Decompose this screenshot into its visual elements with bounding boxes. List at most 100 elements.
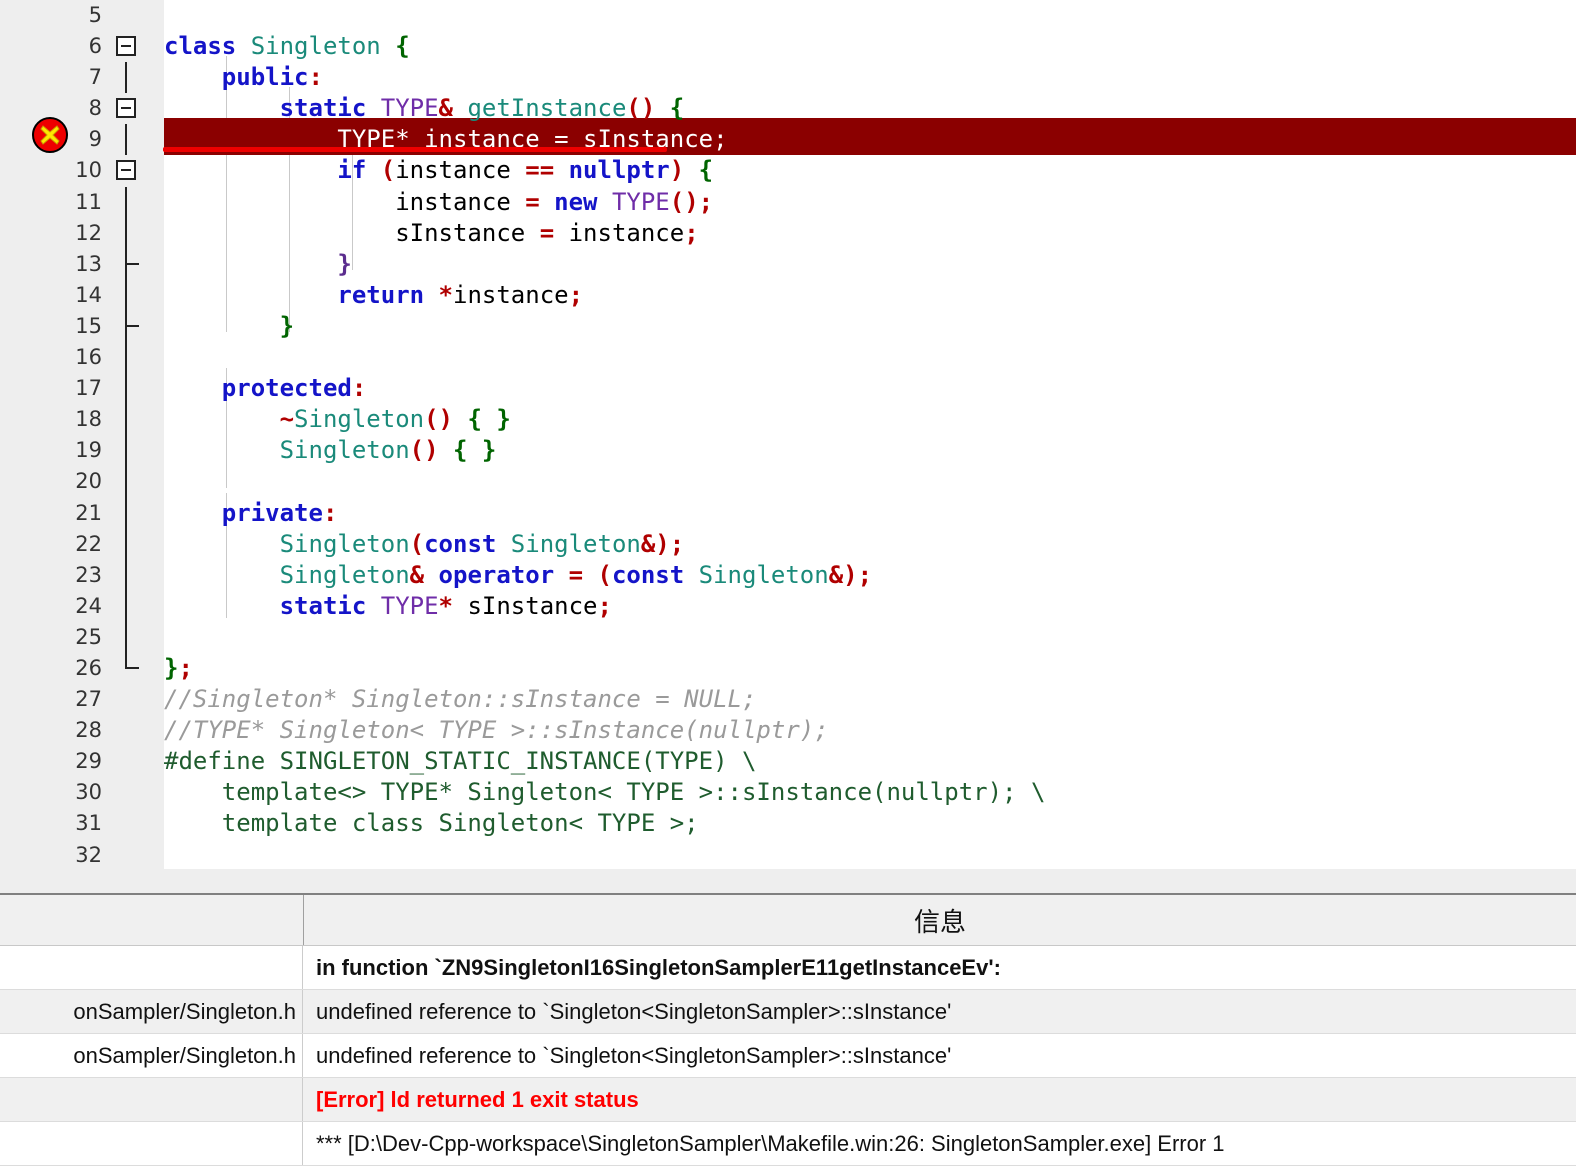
gutter-row[interactable]: 31 [0, 808, 164, 839]
message-text-cell: undefined reference to `Singleton<Single… [316, 998, 952, 1024]
fold-line [125, 435, 127, 467]
fold-line [125, 373, 127, 405]
code-line[interactable]: }; [164, 653, 1576, 684]
gutter-row[interactable]: 18 [0, 404, 164, 436]
message-row[interactable]: *** [D:\Dev-Cpp-workspace\SingletonSampl… [0, 1122, 1576, 1166]
gutter-row[interactable]: 15 [0, 310, 164, 343]
fold-line [125, 466, 127, 498]
editor-gutter[interactable]: 5 6 7 8 9 10 11 12 13 14 15 16 17 18 19 20 21 22 23 24 25 26 2… [0, 0, 164, 869]
gutter-row[interactable]: 29 [0, 746, 164, 777]
gutter-row[interactable]: 30 [0, 777, 164, 808]
gutter-row[interactable]: 23 [0, 559, 164, 591]
code-line[interactable]: Singleton& operator = (const Singleton&)… [164, 560, 1576, 591]
code-line[interactable]: instance = new TYPE(); [164, 187, 1576, 218]
message-file-cell [0, 946, 303, 989]
gutter-row[interactable]: 25 [0, 621, 164, 653]
line-number: 12 [75, 220, 102, 245]
gutter-row[interactable]: 12 [0, 217, 164, 249]
gutter-row[interactable]: 8 [0, 93, 164, 124]
gutter-row[interactable]: 32 [0, 840, 164, 871]
line-number: 6 [88, 34, 102, 59]
code-line[interactable]: private: [164, 498, 1576, 529]
fold-collapse-icon[interactable] [116, 98, 136, 119]
message-file-cell [0, 1078, 303, 1121]
gutter-row[interactable]: 17 [0, 373, 164, 405]
code-line[interactable]: Singleton() { } [164, 435, 1576, 466]
line-number: 15 [75, 313, 102, 338]
code-line[interactable]: //TYPE* Singleton< TYPE >::sInstance(nul… [164, 715, 1576, 746]
fold-line [125, 342, 127, 374]
code-line[interactable]: //Singleton* Singleton::sInstance = NULL… [164, 684, 1576, 715]
message-text-cell: undefined reference to `Singleton<Single… [316, 1042, 952, 1068]
code-line[interactable]: ~Singleton() { } [164, 404, 1576, 435]
code-line[interactable]: protected: [164, 373, 1576, 404]
line-number: 20 [75, 469, 102, 494]
code-line[interactable]: template<> TYPE* Singleton< TYPE >::sIns… [164, 777, 1576, 808]
code-line[interactable]: template class Singleton< TYPE >; [164, 808, 1576, 839]
gutter-row[interactable]: 28 [0, 715, 164, 746]
gutter-row[interactable]: 16 [0, 342, 164, 374]
code-line[interactable]: Singleton(const Singleton&); [164, 529, 1576, 560]
gutter-row[interactable]: 11 [0, 186, 164, 218]
gutter-row[interactable]: 21 [0, 497, 164, 529]
line-number: 28 [75, 718, 102, 743]
code-line[interactable]: sInstance = instance; [164, 218, 1576, 249]
line-number: 19 [75, 438, 102, 463]
gutter-row[interactable]: 13 [0, 248, 164, 280]
code-line[interactable] [164, 0, 1576, 31]
fold-line [125, 279, 127, 311]
message-row[interactable]: onSampler/Singleton.h undefined reference… [0, 990, 1576, 1034]
gutter-row[interactable]: 9 [0, 124, 164, 156]
code-line[interactable] [164, 466, 1576, 497]
fold-line [125, 621, 127, 653]
fold-line [125, 528, 127, 560]
fold-line [125, 559, 127, 591]
gutter-row[interactable]: 5 [0, 0, 164, 31]
gutter-row[interactable]: 7 [0, 62, 164, 94]
gutter-row[interactable]: 26 [0, 652, 164, 684]
gutter-row[interactable]: 6 [0, 31, 164, 62]
line-number: 8 [88, 96, 102, 121]
code-line[interactable]: class Singleton { [164, 31, 1576, 62]
code-line[interactable]: } [164, 311, 1576, 342]
line-number: 5 [88, 3, 102, 27]
code-line[interactable]: if (instance == nullptr) { [164, 155, 1576, 186]
code-line[interactable]: static TYPE& getInstance() { [164, 93, 1576, 124]
message-row[interactable]: [Error] ld returned 1 exit status [0, 1078, 1576, 1122]
message-text-cell: in function `ZN9SingletonI16SingletonSam… [316, 954, 1001, 980]
fold-collapse-icon[interactable] [116, 36, 136, 57]
fold-line [125, 124, 127, 156]
code-line[interactable] [164, 840, 1576, 869]
gutter-row[interactable]: 27 [0, 684, 164, 715]
code-text-area[interactable]: class Singleton { public: static TYPE& g… [164, 0, 1576, 869]
line-number: 27 [75, 687, 102, 712]
gutter-row[interactable]: 20 [0, 466, 164, 498]
line-number: 25 [75, 624, 102, 649]
fold-branch-tick [125, 324, 139, 327]
gutter-row[interactable]: 10 [0, 155, 164, 186]
code-editor[interactable]: 5 6 7 8 9 10 11 12 13 14 15 16 17 18 19 20 21 22 23 24 25 26 2… [0, 0, 1576, 869]
line-number: 24 [75, 593, 102, 618]
message-row[interactable]: in function `ZN9SingletonI16SingletonSam… [0, 946, 1576, 990]
line-number: 13 [75, 251, 102, 276]
gutter-row[interactable]: 14 [0, 279, 164, 311]
fold-line [125, 404, 127, 436]
code-line[interactable]: } [164, 249, 1576, 280]
gutter-row[interactable]: 24 [0, 590, 164, 622]
code-line[interactable]: #define SINGLETON_STATIC_INSTANCE(TYPE) … [164, 746, 1576, 777]
code-line[interactable] [164, 622, 1576, 653]
gutter-row[interactable]: 22 [0, 528, 164, 560]
gutter-row[interactable]: 19 [0, 435, 164, 467]
message-file-cell: onSampler/Singleton.h [0, 990, 303, 1033]
line-number: 30 [75, 780, 102, 805]
code-line[interactable]: static TYPE* sInstance; [164, 591, 1576, 622]
line-number: 32 [75, 842, 102, 867]
code-line[interactable]: public: [164, 62, 1576, 93]
message-row[interactable]: onSampler/Singleton.h undefined reference… [0, 1034, 1576, 1078]
fold-end-bar [125, 666, 139, 669]
compiler-message-panel[interactable]: 信息 in function `ZN9SingletonI16Singleton… [0, 893, 1576, 1173]
error-cross-circle-icon[interactable] [31, 116, 69, 154]
code-line[interactable]: return *instance; [164, 280, 1576, 311]
fold-collapse-icon[interactable] [116, 160, 136, 181]
code-line[interactable] [164, 342, 1576, 373]
